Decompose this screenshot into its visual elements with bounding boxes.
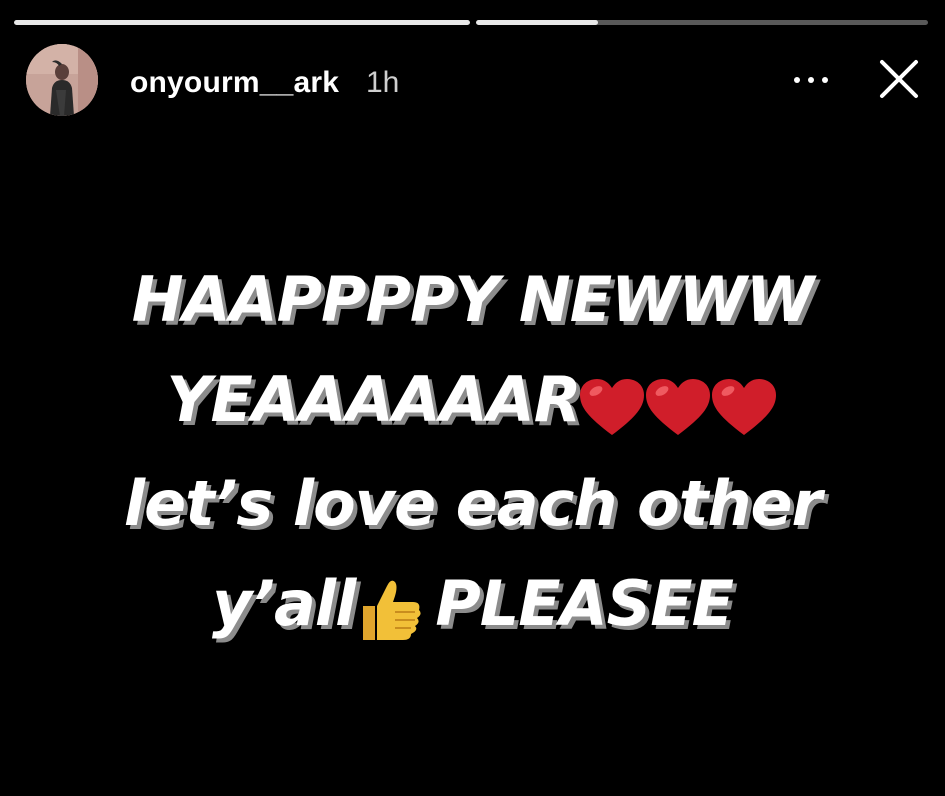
- story-timestamp: 1h: [366, 66, 400, 99]
- hearts-emoji-group: [580, 354, 778, 454]
- story-progress-bar: [14, 20, 928, 25]
- avatar[interactable]: [26, 44, 98, 116]
- story-line-4: y’all PLEASEE: [0, 554, 945, 654]
- story-content: HAAPPPPY NEWWW YEAAAAAAR let’s love each…: [0, 250, 945, 654]
- story-text-4: y’all: [212, 566, 356, 640]
- close-icon[interactable]: [874, 54, 924, 104]
- heart-emoji-icon: [580, 378, 645, 435]
- progress-segment-1: [14, 20, 470, 25]
- progress-fill-1: [14, 20, 470, 25]
- story-line-2: YEAAAAAAR: [0, 350, 945, 454]
- ellipsis-icon[interactable]: [788, 62, 834, 98]
- username[interactable]: onyourm__ark: [130, 66, 339, 100]
- story-text-1: HAAPPPPY NEWWW: [131, 263, 815, 336]
- profile-photo-icon: [26, 44, 98, 116]
- progress-segment-2: [476, 20, 928, 25]
- progress-fill-2: [476, 20, 599, 25]
- story-header: onyourm__ark 1h: [26, 44, 926, 116]
- heart-emoji-icon: [646, 378, 711, 435]
- story-text-3: let’s love each other: [123, 466, 822, 540]
- story-line-1: HAAPPPPY NEWWW: [0, 250, 945, 350]
- story-line-3: let’s love each other: [0, 454, 945, 554]
- story-text-2: YEAAAAAAR: [166, 363, 582, 436]
- heart-emoji-icon: [712, 378, 777, 435]
- story-text-5: PLEASEE: [435, 566, 734, 640]
- thumbs-up-emoji-icon: [363, 580, 421, 640]
